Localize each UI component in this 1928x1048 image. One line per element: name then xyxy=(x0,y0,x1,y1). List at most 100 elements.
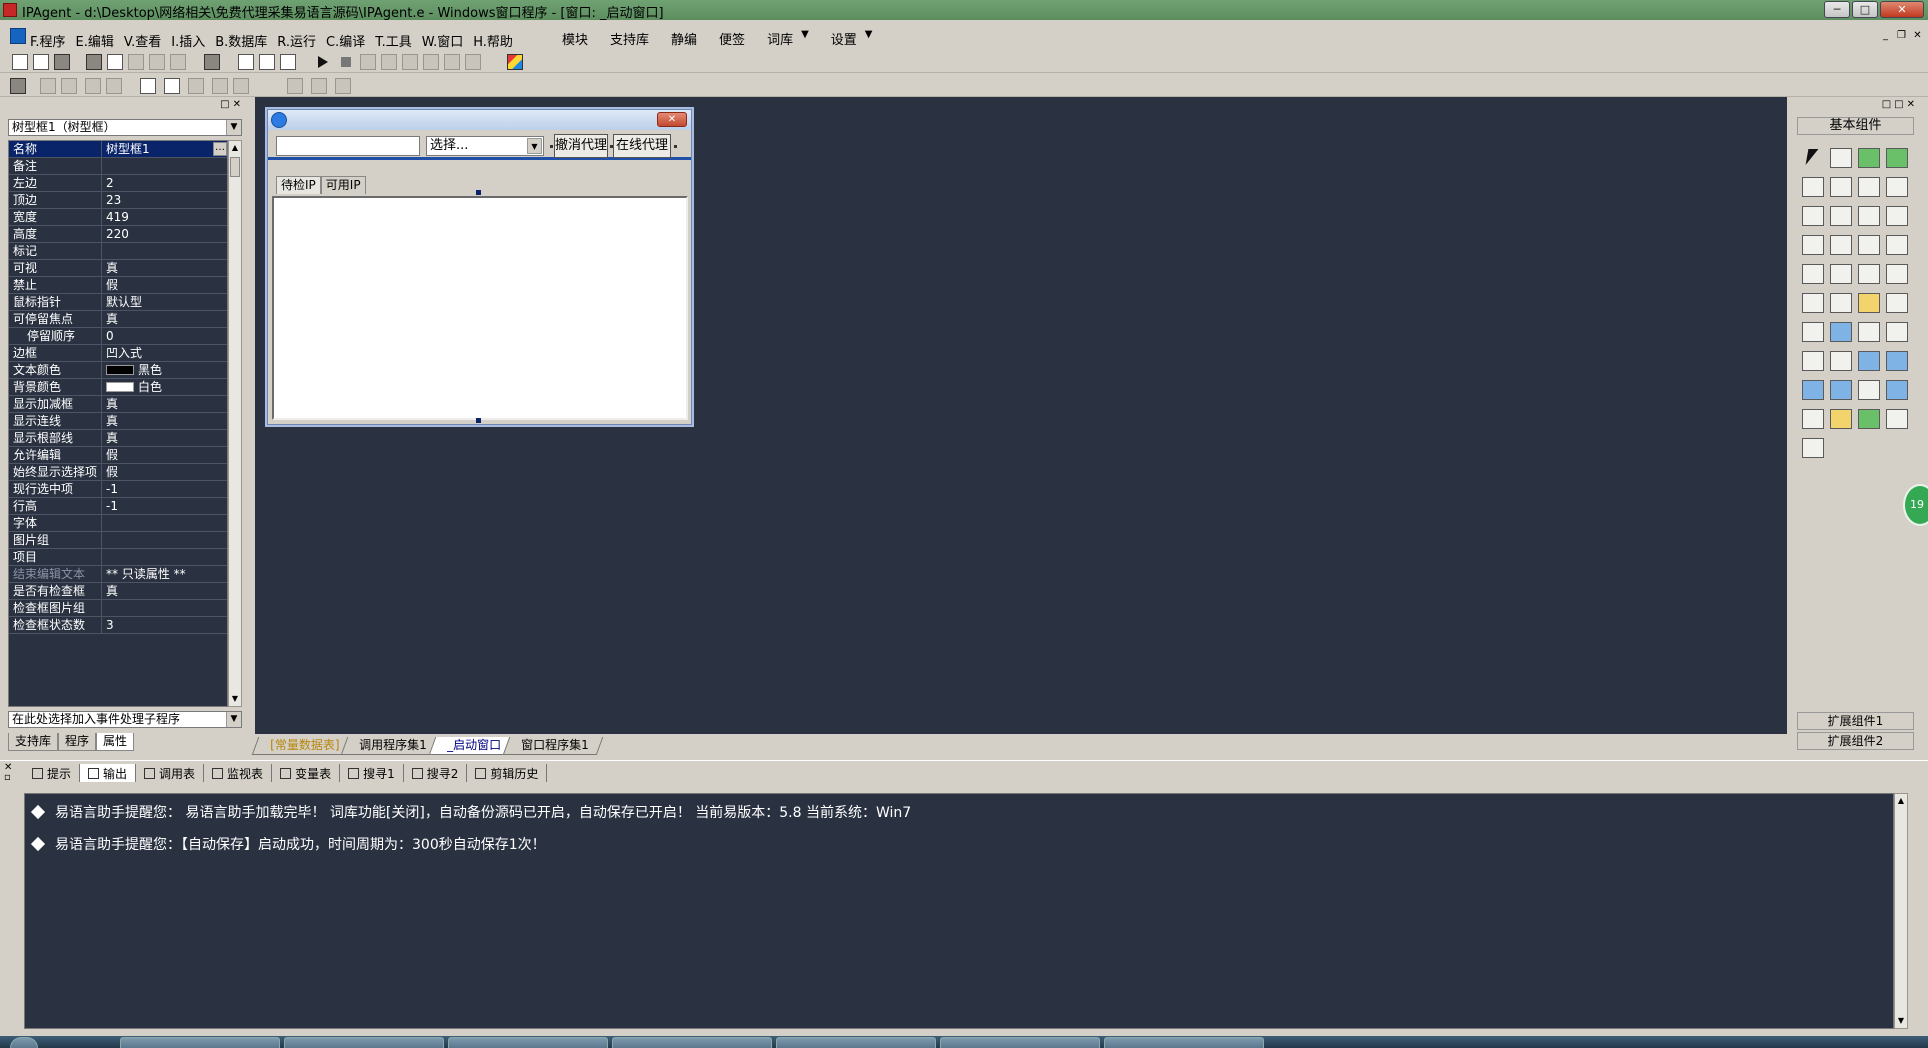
property-value[interactable]: 220 xyxy=(102,226,227,242)
tab-startup-window[interactable]: _启动窗口 xyxy=(428,737,516,755)
property-value[interactable]: 凹入式 xyxy=(102,345,227,361)
combo-box-icon[interactable] xyxy=(1858,206,1880,226)
property-row[interactable]: 可视真 xyxy=(9,260,227,277)
taskbar-item[interactable] xyxy=(448,1037,608,1048)
settings-dropdown-icon[interactable]: ▼ xyxy=(865,29,873,48)
taskbar-item[interactable] xyxy=(612,1037,772,1048)
property-value[interactable]: 3 xyxy=(102,617,227,633)
resize-handle-bottom[interactable] xyxy=(476,418,481,423)
taskbar-item[interactable] xyxy=(1104,1037,1264,1048)
maximize-button[interactable]: □ xyxy=(1852,1,1878,18)
align-center-icon[interactable] xyxy=(188,78,204,94)
step-4-icon[interactable] xyxy=(423,54,439,70)
layout-2-icon[interactable] xyxy=(259,54,275,70)
document-icon[interactable] xyxy=(10,28,26,44)
scroll-thumb[interactable] xyxy=(230,157,240,177)
hand-icon[interactable] xyxy=(465,54,481,70)
odbc-icon[interactable] xyxy=(1886,409,1908,429)
tab-support-lib[interactable]: 支持库 xyxy=(8,733,59,751)
property-value[interactable]: 假 xyxy=(102,277,227,293)
table-icon[interactable] xyxy=(1802,322,1824,342)
property-row[interactable]: 背景颜色 白色 xyxy=(9,379,227,396)
property-row[interactable]: 高度 220 xyxy=(9,226,227,243)
property-value[interactable]: 假 xyxy=(102,447,227,463)
property-row[interactable]: 文本颜色 黑色 xyxy=(9,362,227,379)
align-right-icon[interactable] xyxy=(61,78,77,94)
panel-maximize-button[interactable]: □ xyxy=(1894,99,1903,110)
step-5-icon[interactable] xyxy=(444,54,460,70)
same-width-icon[interactable] xyxy=(287,78,303,94)
step-2-icon[interactable] xyxy=(381,54,397,70)
image-button-icon[interactable] xyxy=(1858,293,1880,313)
form-close-button[interactable]: ✕ xyxy=(657,112,687,127)
layout-1-icon[interactable] xyxy=(238,54,254,70)
menu-notes[interactable]: 便签 xyxy=(719,29,745,48)
property-value[interactable]: 真 xyxy=(102,396,227,412)
taskbar-item[interactable] xyxy=(776,1037,936,1048)
property-row[interactable]: 检查框状态数 3 xyxy=(9,617,227,634)
menu-edit[interactable]: E.编辑 xyxy=(76,31,114,50)
property-value[interactable]: 默认型 xyxy=(102,294,227,310)
tab-properties[interactable]: 属性 xyxy=(96,733,135,751)
menu-view[interactable]: V.查看 xyxy=(124,31,161,50)
lexicon-dropdown-icon[interactable]: ▼ xyxy=(801,29,809,48)
database-icon[interactable] xyxy=(1858,380,1880,400)
start-button[interactable] xyxy=(10,1037,38,1048)
mdi-restore-button[interactable]: ❐ xyxy=(1895,30,1908,43)
align-left-icon[interactable] xyxy=(40,78,56,94)
ellipsis-button[interactable]: … xyxy=(213,142,227,156)
align-top-icon[interactable] xyxy=(85,78,101,94)
tab-watch[interactable]: 监视表 xyxy=(204,764,273,782)
property-value[interactable]: -1 xyxy=(102,498,227,514)
rich-text-icon[interactable] xyxy=(1886,293,1908,313)
tab-program[interactable]: 程序 xyxy=(58,733,97,751)
property-row[interactable]: 鼠标指针 默认型 xyxy=(9,294,227,311)
step-1-icon[interactable] xyxy=(360,54,376,70)
select-list-icon[interactable] xyxy=(1802,235,1824,255)
vertical-scrollbar-icon[interactable] xyxy=(1858,235,1880,255)
property-value[interactable]: -1 xyxy=(102,481,227,497)
mdi-close-button[interactable]: ✕ xyxy=(1911,30,1924,43)
tab-control-icon[interactable] xyxy=(1830,264,1852,284)
property-row[interactable]: 显示加减框真 xyxy=(9,396,227,413)
data-report-icon[interactable] xyxy=(1830,380,1852,400)
tab-search1[interactable]: 搜寻1 xyxy=(340,764,404,782)
outline-icon[interactable] xyxy=(1886,380,1908,400)
property-row[interactable]: 允许编辑假 xyxy=(9,447,227,464)
property-value[interactable] xyxy=(102,158,227,174)
menu-tools[interactable]: T.工具 xyxy=(375,31,412,50)
tab-output[interactable]: 输出 xyxy=(80,764,137,782)
property-row[interactable]: 显示连线真 xyxy=(9,413,227,430)
property-row[interactable]: 是否有检查框真 xyxy=(9,583,227,600)
drawing-board-icon[interactable] xyxy=(1802,177,1824,197)
calendar-icon[interactable] xyxy=(1802,293,1824,313)
run-icon[interactable] xyxy=(318,56,328,68)
tab-pending-ip[interactable]: 待检IP xyxy=(276,176,321,194)
property-value[interactable] xyxy=(102,532,227,548)
property-row[interactable]: 项目 xyxy=(9,549,227,566)
menu-module[interactable]: 模块 xyxy=(562,29,588,48)
menu-lexicon[interactable]: 词库 xyxy=(767,29,793,48)
chevron-down-icon[interactable]: ▼ xyxy=(527,138,542,154)
property-row[interactable]: 禁止假 xyxy=(9,277,227,294)
tree-view-icon[interactable] xyxy=(1802,409,1824,429)
chevron-down-icon[interactable]: ▼ xyxy=(226,120,241,135)
printer-icon[interactable] xyxy=(1830,351,1852,371)
center-h-icon[interactable] xyxy=(140,78,156,94)
client-icon[interactable] xyxy=(1858,351,1880,371)
property-row[interactable]: 行高 -1 xyxy=(9,498,227,515)
undo-icon[interactable] xyxy=(149,54,165,70)
property-row[interactable]: 边框 凹入式 xyxy=(9,345,227,362)
panel-close-button[interactable]: ✕ xyxy=(233,99,241,110)
cut-icon[interactable] xyxy=(86,54,102,70)
redo-icon[interactable] xyxy=(170,54,186,70)
extension-components-1[interactable]: 扩展组件1 xyxy=(1797,712,1914,730)
same-height-icon[interactable] xyxy=(311,78,327,94)
tab-available-ip[interactable]: 可用IP xyxy=(320,176,366,194)
save-icon[interactable] xyxy=(54,54,70,70)
panel-close-button[interactable]: ✕ xyxy=(1907,99,1915,110)
assistant-icon[interactable] xyxy=(507,54,523,70)
copy-icon[interactable] xyxy=(107,54,123,70)
progress-bar-icon[interactable] xyxy=(1886,235,1908,255)
align-bottom-icon[interactable] xyxy=(106,78,122,94)
